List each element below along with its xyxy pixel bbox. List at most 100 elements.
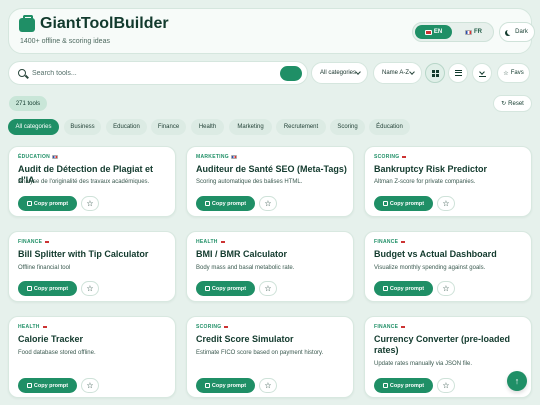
reset-button[interactable]: ↻ Reset xyxy=(493,95,532,112)
card-category-label: FINANCE xyxy=(18,239,43,245)
app-subtitle: 1400+ offline & scoring ideas xyxy=(20,38,110,45)
search-button[interactable] xyxy=(280,66,302,81)
card-description: Update rates manually via JSON file. xyxy=(374,361,473,367)
star-icon: ☆ xyxy=(264,381,272,390)
copy-icon xyxy=(26,383,32,388)
chip-scoring[interactable]: Scoring xyxy=(330,119,365,135)
card-description: Scoring automatique des balises HTML. xyxy=(196,179,303,185)
copy-prompt-label: Copy prompt xyxy=(389,200,425,207)
card-title: Bill Splitter with Tip Calculator xyxy=(18,249,149,259)
category-select[interactable]: All categories xyxy=(311,62,368,84)
category-select-value: All categories xyxy=(320,70,357,76)
chip-health[interactable]: Health xyxy=(191,119,224,135)
chip-education-fr[interactable]: Éducation xyxy=(369,119,410,135)
card-category: ÉDUCATION xyxy=(18,154,59,160)
reset-label: Reset xyxy=(508,100,524,107)
tool-count-badge: 271 tools xyxy=(9,96,47,111)
tool-card: FINANCE Currency Converter (pre-loaded r… xyxy=(364,316,532,398)
lang-en-label: EN xyxy=(433,29,443,35)
grid-view-button[interactable] xyxy=(425,63,445,83)
chip-recrutement[interactable]: Recrutement xyxy=(276,119,326,135)
uk-flag-icon xyxy=(401,155,408,159)
chip-all-categories[interactable]: All categories xyxy=(8,119,59,135)
app-title: GiantToolBuilder xyxy=(40,15,169,32)
fr-flag-icon xyxy=(465,29,472,35)
card-category: HEALTH xyxy=(18,324,48,330)
copy-icon xyxy=(204,201,210,206)
copy-prompt-button[interactable]: Copy prompt xyxy=(374,378,433,393)
scroll-to-top-button[interactable]: ↑ xyxy=(507,371,527,391)
list-view-button[interactable] xyxy=(448,63,468,83)
favorites-button[interactable]: ☆ Favs xyxy=(497,63,530,83)
copy-prompt-button[interactable]: Copy prompt xyxy=(18,196,77,211)
card-category: FINANCE xyxy=(18,239,51,245)
favorite-button[interactable]: ☆ xyxy=(259,196,277,211)
favorite-button[interactable]: ☆ xyxy=(81,281,99,296)
star-icon: ☆ xyxy=(264,284,272,293)
favorite-button[interactable]: ☆ xyxy=(81,378,99,393)
copy-prompt-label: Copy prompt xyxy=(211,200,247,207)
tool-card: HEALTH BMI / BMR Calculator Body mass an… xyxy=(186,231,354,302)
toolbox-icon xyxy=(19,15,35,32)
moon-icon xyxy=(507,29,513,35)
copy-prompt-button[interactable]: Copy prompt xyxy=(196,281,255,296)
grid-icon xyxy=(431,69,439,77)
tool-card: ÉDUCATION Audit de Détection de Plagiat … xyxy=(8,146,176,217)
card-category-label: FINANCE xyxy=(374,239,399,245)
copy-prompt-button[interactable]: Copy prompt xyxy=(196,378,255,393)
copy-icon xyxy=(204,286,210,291)
card-category: FINANCE xyxy=(374,239,407,245)
copy-prompt-button[interactable]: Copy prompt xyxy=(196,196,255,211)
arrow-up-icon: ↑ xyxy=(514,376,520,386)
card-description: Analyse de l'originalité des travaux aca… xyxy=(18,179,150,185)
copy-prompt-button[interactable]: Copy prompt xyxy=(18,378,77,393)
favorite-button[interactable]: ☆ xyxy=(437,196,455,211)
favorite-button[interactable]: ☆ xyxy=(81,196,99,211)
star-icon: ☆ xyxy=(442,284,450,293)
copy-prompt-label: Copy prompt xyxy=(389,382,425,389)
copy-prompt-button[interactable]: Copy prompt xyxy=(374,281,433,296)
card-title: Credit Score Simulator xyxy=(196,334,294,344)
copy-prompt-label: Copy prompt xyxy=(211,382,247,389)
copy-prompt-button[interactable]: Copy prompt xyxy=(18,281,77,296)
card-category: HEALTH xyxy=(196,239,226,245)
dark-mode-label: Dark xyxy=(515,29,528,35)
card-title: BMI / BMR Calculator xyxy=(196,249,288,259)
chip-education[interactable]: Education xyxy=(106,119,147,135)
lang-en-button[interactable]: EN xyxy=(415,25,452,39)
card-title: Auditeur de Santé SEO (Meta-Tags) xyxy=(196,164,347,174)
chip-marketing[interactable]: Marketing xyxy=(229,119,272,135)
favorite-button[interactable]: ☆ xyxy=(437,378,455,393)
reset-icon: ↻ xyxy=(501,101,507,107)
search-input[interactable] xyxy=(32,67,272,80)
star-icon: ☆ xyxy=(442,199,450,208)
favorite-button[interactable]: ☆ xyxy=(259,378,277,393)
chip-business[interactable]: Business xyxy=(64,119,101,135)
uk-flag-icon xyxy=(223,325,230,329)
dark-mode-button[interactable]: Dark xyxy=(499,22,535,42)
copy-icon xyxy=(382,286,388,291)
lang-fr-button[interactable]: FR xyxy=(455,25,492,39)
sort-select-value: Name A-Z xyxy=(382,70,410,76)
copy-prompt-label: Copy prompt xyxy=(33,285,69,292)
sort-select[interactable]: Name A-Z xyxy=(373,62,422,84)
tool-card: MARKETING Auditeur de Santé SEO (Meta-Ta… xyxy=(186,146,354,217)
card-description: Body mass and basal metabolic rate. xyxy=(196,265,295,271)
card-category: MARKETING xyxy=(196,154,237,160)
star-icon: ☆ xyxy=(86,284,94,293)
card-description: Visualize monthly spending against goals… xyxy=(374,265,486,271)
favorite-button[interactable]: ☆ xyxy=(259,281,277,296)
copy-prompt-label: Copy prompt xyxy=(211,285,247,292)
card-category-label: SCORING xyxy=(374,154,400,160)
card-category: SCORING xyxy=(374,154,408,160)
download-button[interactable] xyxy=(472,63,492,83)
lang-fr-label: FR xyxy=(474,29,482,35)
card-description: Offline financial tool xyxy=(18,265,71,271)
favorite-button[interactable]: ☆ xyxy=(437,281,455,296)
uk-flag-icon xyxy=(44,240,51,244)
copy-prompt-button[interactable]: Copy prompt xyxy=(374,196,433,211)
card-description: Food database stored offline. xyxy=(18,350,96,356)
chip-finance[interactable]: Finance xyxy=(151,119,186,135)
star-icon: ☆ xyxy=(264,199,272,208)
card-title: Bankruptcy Risk Predictor xyxy=(374,164,488,174)
